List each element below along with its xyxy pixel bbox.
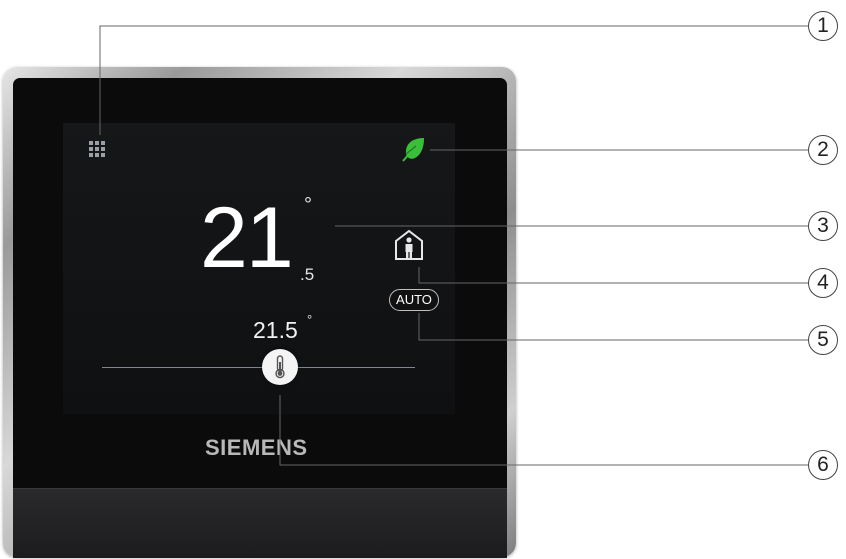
setpoint-degree: °: [307, 312, 313, 327]
current-temperature: 21: [200, 190, 294, 286]
current-temperature-decimal: .5: [300, 265, 315, 284]
brand-logo: SIEMENS: [205, 435, 308, 460]
bottom-strip: [13, 488, 507, 558]
setpoint-slider-track[interactable]: [102, 367, 415, 368]
callout-3: 3: [808, 211, 838, 241]
menu-grid-icon[interactable]: [89, 141, 111, 163]
callout-5: 5: [808, 325, 838, 355]
home-presence-icon[interactable]: [394, 229, 424, 261]
eco-leaf-icon: [402, 138, 424, 162]
callout-1: 1: [808, 11, 838, 41]
callout-2: 2: [808, 135, 838, 165]
auto-mode-button[interactable]: AUTO: [389, 289, 439, 311]
thermometer-icon: [275, 355, 285, 379]
setpoint-value: 21.5: [253, 317, 298, 343]
callout-4: 4: [808, 268, 838, 298]
callout-6: 6: [808, 450, 838, 480]
current-temperature-degree: °: [304, 194, 312, 216]
